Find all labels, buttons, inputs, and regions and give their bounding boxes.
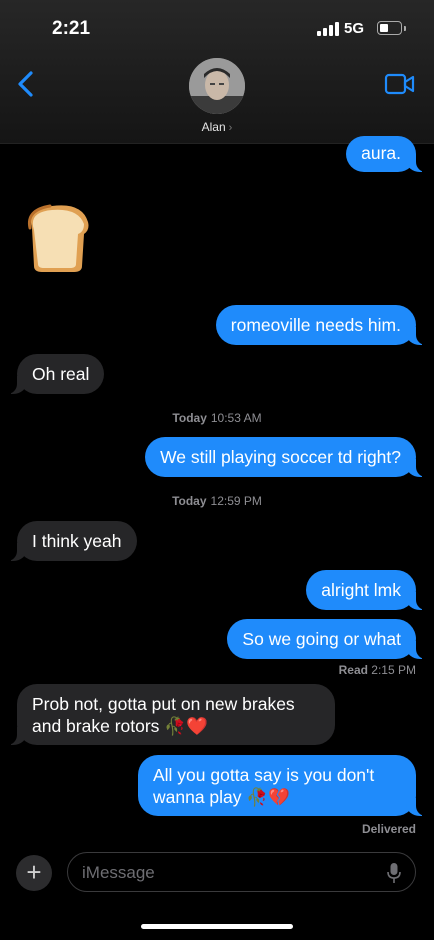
message-input-placeholder: iMessage	[82, 863, 155, 882]
video-camera-icon[interactable]	[384, 72, 416, 96]
timestamp: Today 12:59 PM	[172, 494, 262, 508]
message-bubble-sent[interactable]: aura.	[346, 136, 428, 172]
message-bubble-received[interactable]: Prob not, gotta put on new brakes and br…	[5, 684, 335, 745]
message-bubble-received[interactable]: I think yeah	[5, 521, 137, 561]
contact-name-label: Alan	[201, 120, 226, 134]
message-bubble-sent[interactable]: romeoville needs him.	[215, 305, 429, 345]
message-bubble-received[interactable]: Oh real	[4, 354, 105, 394]
status-bar: 2:21 5G	[0, 0, 434, 56]
network-type: 5G	[344, 20, 365, 37]
message-bubble-sent[interactable]: So we going or what	[227, 619, 428, 659]
avatar[interactable]	[189, 58, 245, 114]
message-bubble-sent[interactable]: alright lmk	[306, 570, 428, 610]
chevron-left-icon[interactable]	[15, 70, 39, 98]
plus-icon[interactable]: +	[16, 855, 52, 891]
bread-emoji-message[interactable]	[22, 200, 94, 276]
cellular-signal-icon	[317, 22, 341, 36]
contact-name[interactable]: Alan ›	[0, 120, 434, 134]
message-input[interactable]: iMessage	[67, 852, 416, 892]
microphone-icon[interactable]	[387, 862, 401, 884]
home-indicator[interactable]	[141, 924, 293, 929]
status-time: 2:21	[52, 18, 91, 39]
timestamp: Today 10:53 AM	[172, 411, 262, 425]
battery-icon	[377, 21, 406, 35]
chevron-right-icon: ›	[228, 122, 233, 134]
read-receipt: Read 2:15 PM	[338, 663, 416, 677]
message-bubble-sent[interactable]: All you gotta say is you don't wanna pla…	[138, 755, 428, 816]
message-bubble-sent[interactable]: We still playing soccer td right?	[145, 437, 428, 477]
delivered-status: Delivered	[361, 822, 416, 836]
